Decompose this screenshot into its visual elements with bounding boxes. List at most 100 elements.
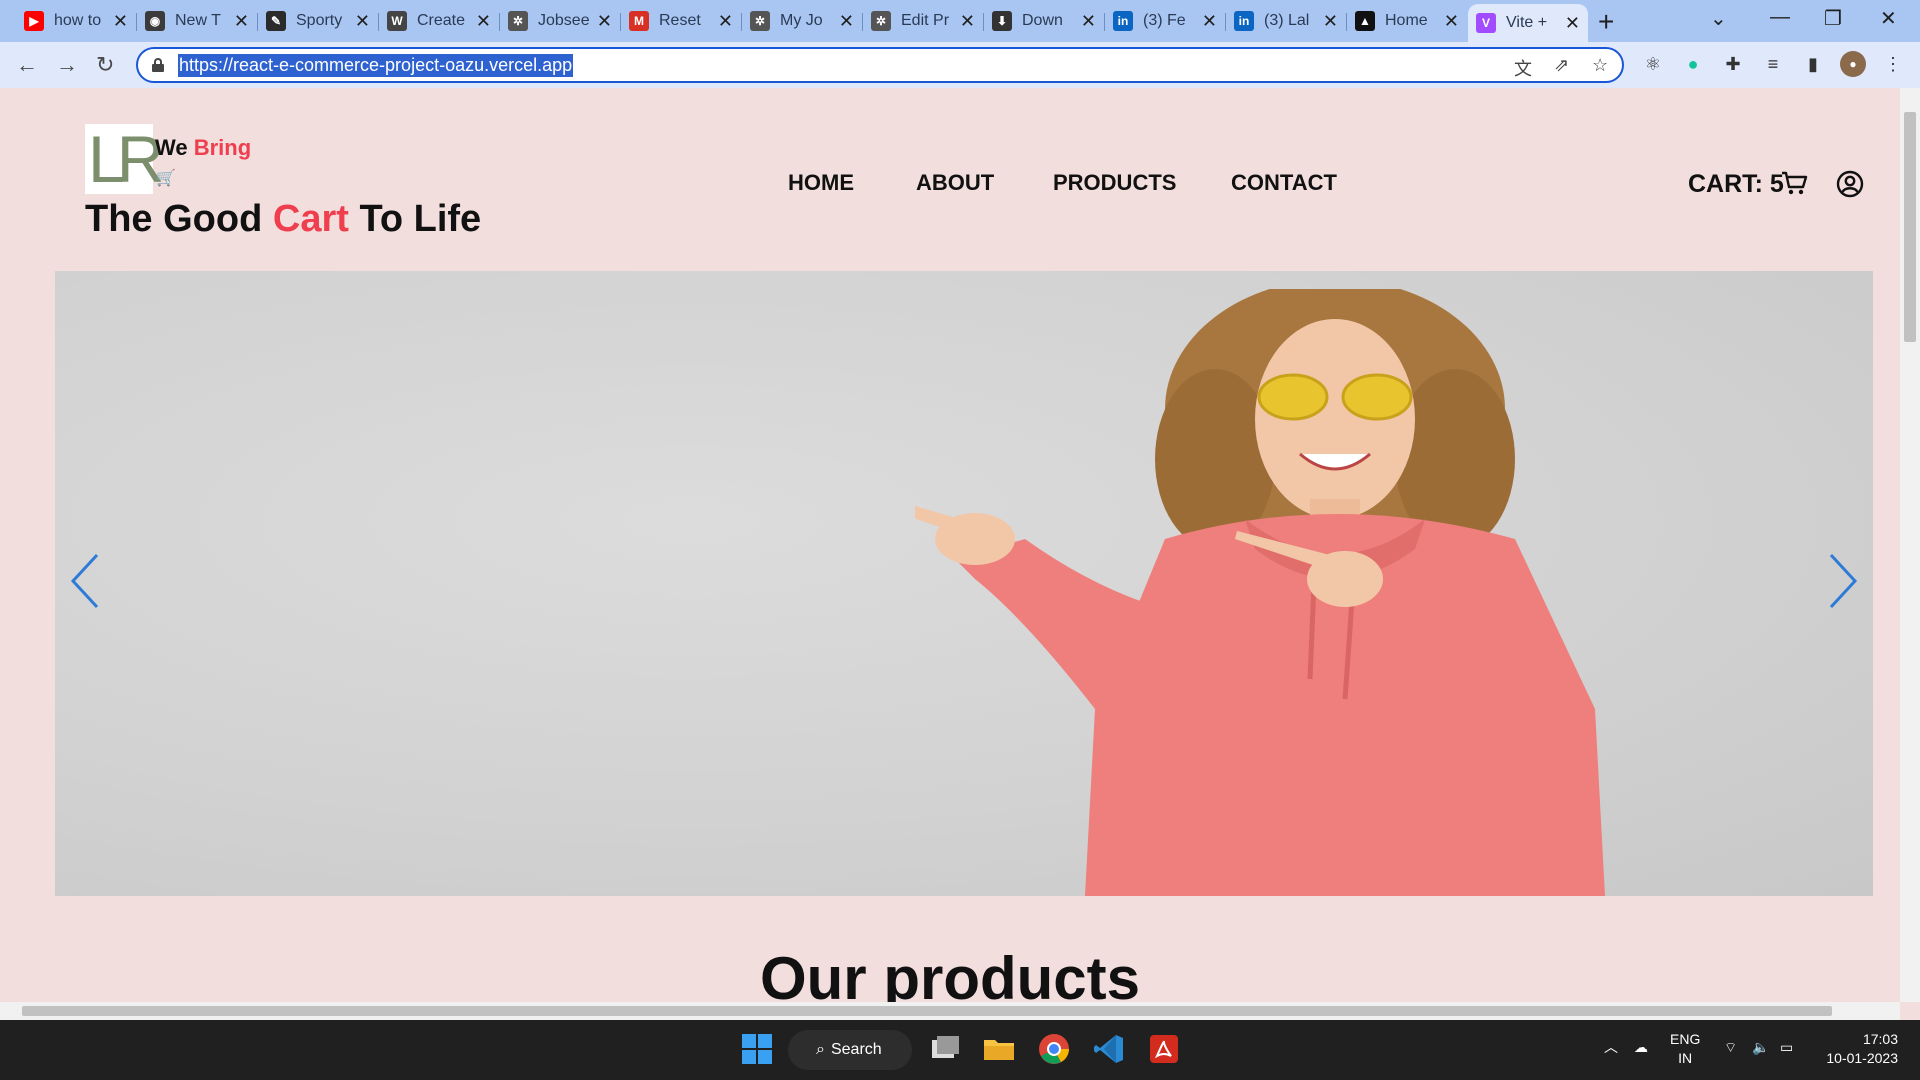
bookmark-star-icon[interactable]: ☆ — [1592, 55, 1608, 76]
user-account-icon[interactable] — [1836, 170, 1864, 198]
browser-tab-strip: ▶ how to ✕ ◉ New T ✕ ✎ Sporty ✕ W Create ✕ ✲ Jobsee ✕ M… — [0, 0, 1920, 42]
extensions-icon[interactable]: ✚ — [1720, 51, 1746, 77]
volume-icon[interactable]: 🔈 — [1752, 1038, 1769, 1057]
tab-close-icon[interactable]: ✕ — [476, 11, 491, 32]
vscode-icon[interactable] — [1092, 1032, 1126, 1066]
browser-tab[interactable]: M Reset ✕ — [621, 4, 742, 38]
browser-tab[interactable]: ✲ Edit Pr ✕ — [863, 4, 984, 38]
lock-icon[interactable] — [152, 58, 164, 72]
browser-tab[interactable]: W Create ✕ — [379, 4, 500, 38]
hero-carousel — [55, 271, 1873, 896]
chrome-menu-icon[interactable]: ⋮ — [1880, 51, 1906, 77]
react-devtools-icon[interactable]: ⚛ — [1640, 51, 1666, 77]
browser-tab[interactable]: ▶ how to ✕ — [16, 4, 137, 38]
carousel-next-icon[interactable] — [1825, 551, 1861, 611]
vertical-scrollbar[interactable] — [1900, 88, 1920, 1002]
nav-products[interactable]: PRODUCTS — [1053, 170, 1176, 196]
clock-date: 10-01-2023 — [1826, 1050, 1898, 1066]
tab-title: New T — [175, 12, 221, 29]
tab-close-icon[interactable]: ✕ — [234, 11, 249, 32]
chrome-taskbar-icon[interactable] — [1037, 1032, 1071, 1066]
browser-tab[interactable]: ✎ Sporty ✕ — [258, 4, 379, 38]
clock-time: 17:03 — [1862, 1031, 1898, 1047]
wifi-icon[interactable]: ⌔ — [1724, 1038, 1737, 1057]
browser-tab[interactable]: ▲ Home ✕ — [1347, 4, 1467, 38]
tab-close-icon[interactable]: ✕ — [1202, 11, 1217, 32]
horizontal-scrollbar[interactable] — [0, 1002, 1900, 1020]
browser-tab[interactable]: in (3) Fe ✕ — [1105, 4, 1226, 38]
windows-start-icon[interactable] — [740, 1032, 774, 1066]
close-window-button[interactable]: ✕ — [1880, 6, 1897, 31]
address-bar[interactable]: https://react-e-commerce-project-oazu.ve… — [136, 47, 1624, 83]
tab-title: Jobsee — [538, 12, 590, 29]
tab-close-icon[interactable]: ✕ — [597, 11, 612, 32]
horizontal-scroll-thumb[interactable] — [22, 1006, 1832, 1016]
nav-home[interactable]: HOME — [788, 170, 854, 196]
restore-button[interactable]: ❐ — [1824, 6, 1842, 31]
site-logo[interactable]: LR — [88, 124, 164, 194]
nav-about[interactable]: ABOUT — [916, 170, 994, 196]
region-code: IN — [1678, 1050, 1693, 1066]
tab-search-icon[interactable]: ⌄ — [1710, 6, 1727, 31]
carousel-prev-icon[interactable] — [67, 551, 103, 611]
tagline-the-good: The Good — [85, 198, 263, 240]
translate-icon[interactable]: 文 — [1514, 55, 1532, 81]
lang-code: ENG — [1670, 1031, 1701, 1047]
clock[interactable]: 17:03 10-01-2023 — [1822, 1030, 1898, 1068]
browser-tab[interactable]: ✲ My Jo ✕ — [742, 4, 863, 38]
grammarly-icon[interactable]: ● — [1680, 51, 1706, 77]
tab-title: My Jo — [780, 12, 823, 29]
tab-close-icon[interactable]: ✕ — [355, 11, 370, 32]
triangle-icon: ▲ — [1355, 11, 1375, 31]
tab-close-icon[interactable]: ✕ — [839, 11, 854, 32]
file-explorer-icon[interactable] — [982, 1032, 1016, 1066]
new-tab-button[interactable]: + — [1598, 6, 1614, 38]
url-text[interactable]: https://react-e-commerce-project-oazu.ve… — [178, 54, 574, 77]
minimize-button[interactable]: — — [1770, 6, 1790, 29]
gmail-icon: M — [629, 11, 649, 31]
cart-count[interactable]: CART: 5 — [1688, 170, 1784, 199]
acrobat-icon[interactable] — [1147, 1032, 1181, 1066]
reload-button[interactable]: ↻ — [96, 52, 114, 78]
site-tagline: The Good Cart To Life — [85, 198, 481, 241]
vite-icon: V — [1476, 13, 1496, 33]
profile-avatar[interactable]: ● — [1840, 51, 1866, 77]
cart-icon[interactable] — [1780, 169, 1808, 197]
tab-close-icon[interactable]: ✕ — [960, 11, 975, 32]
tab-title: Edit Pr — [901, 12, 950, 29]
small-cart-icon: 🛒 — [156, 170, 176, 187]
media-control-icon[interactable]: ≡ — [1760, 51, 1786, 77]
browser-tab[interactable]: ◉ New T ✕ — [137, 4, 258, 38]
browser-tab[interactable]: ✲ Jobsee ✕ — [500, 4, 621, 38]
browser-tab[interactable]: ⬇ Down ✕ — [984, 4, 1105, 38]
vertical-scroll-thumb[interactable] — [1904, 112, 1916, 342]
onedrive-icon[interactable]: ☁ — [1634, 1038, 1648, 1057]
browser-tab[interactable]: in (3) Lal ✕ — [1226, 4, 1347, 38]
battery-icon[interactable]: ▭ — [1780, 1038, 1793, 1057]
tab-title: (3) Fe — [1143, 12, 1186, 29]
tab-close-icon[interactable]: ✕ — [113, 11, 128, 32]
tab-close-icon[interactable]: ✕ — [718, 11, 733, 32]
search-icon: ⌕ — [816, 1041, 825, 1058]
tab-close-icon[interactable]: ✕ — [1081, 11, 1096, 32]
back-button[interactable]: ← — [16, 52, 38, 78]
tab-close-icon[interactable]: ✕ — [1444, 11, 1459, 32]
tab-title: Sporty — [296, 12, 343, 29]
tab-title: Reset — [659, 12, 701, 29]
forward-button[interactable]: → — [56, 52, 78, 78]
language-indicator[interactable]: ENG IN — [1670, 1030, 1700, 1068]
task-view-icon[interactable] — [928, 1032, 962, 1066]
nav-contact[interactable]: CONTACT — [1231, 170, 1337, 196]
share-icon[interactable]: ⇗ — [1554, 55, 1569, 76]
side-panel-icon[interactable]: ▮ — [1800, 51, 1826, 77]
tab-title: (3) Lal — [1264, 12, 1310, 29]
youtube-icon: ▶ — [24, 11, 44, 31]
hero-model-photo — [915, 289, 1605, 896]
taskbar-search-button[interactable]: ⌕ Search — [788, 1030, 912, 1070]
tagline-we-bring: We Bring — [155, 135, 251, 161]
show-hidden-icons[interactable]: ︿ — [1604, 1038, 1618, 1057]
tab-close-icon[interactable]: ✕ — [1323, 11, 1338, 32]
browser-tab[interactable]: V Vite + ✕ — [1468, 4, 1588, 42]
tab-close-icon[interactable]: ✕ — [1565, 13, 1580, 34]
taskbar-search-label: Search — [830, 1041, 882, 1058]
